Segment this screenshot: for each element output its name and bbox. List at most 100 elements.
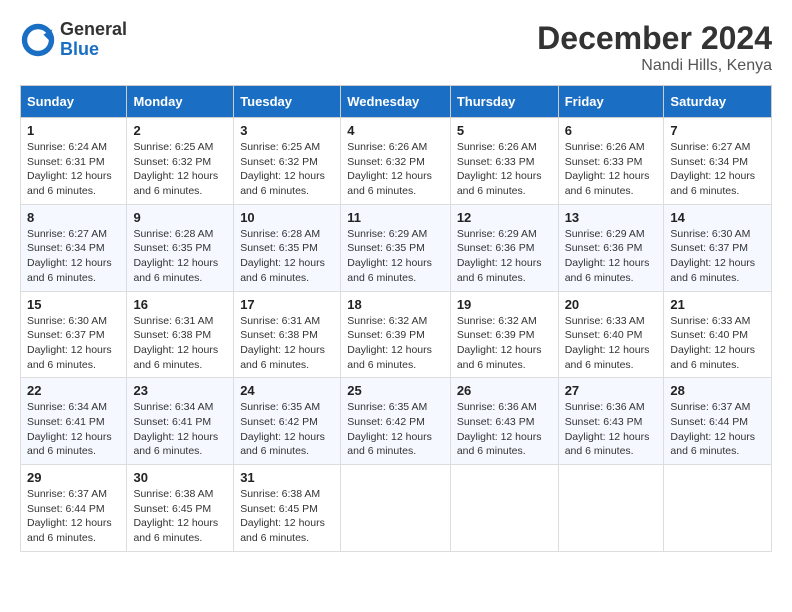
calendar-day: 10Sunrise: 6:28 AMSunset: 6:35 PMDayligh…: [234, 204, 341, 291]
calendar-day: 3 Sunrise: 6:25 AMSunset: 6:32 PMDaylight…: [234, 118, 341, 205]
calendar-day: 14 Sunrise: 6:30 AMSunset: 6:37 PMDayligh…: [664, 204, 772, 291]
day-number: 16: [133, 297, 227, 312]
day-number: 5: [457, 123, 552, 138]
day-number: 17: [240, 297, 334, 312]
logo-general: General: [60, 20, 127, 40]
calendar-day: 20Sunrise: 6:33 AMSunset: 6:40 PMDayligh…: [558, 291, 664, 378]
day-number: 10: [240, 210, 334, 225]
day-number: 29: [27, 470, 120, 485]
day-info: Sunrise: 6:29 AMSunset: 6:36 PMDaylight:…: [457, 227, 552, 286]
day-info: Sunrise: 6:29 AMSunset: 6:36 PMDaylight:…: [565, 227, 658, 286]
day-number: 18: [347, 297, 444, 312]
day-header-wednesday: Wednesday: [341, 86, 451, 118]
day-number: 3: [240, 123, 334, 138]
logo: General Blue: [20, 20, 127, 60]
logo-text: General Blue: [60, 20, 127, 60]
calendar-table: SundayMondayTuesdayWednesdayThursdayFrid…: [20, 85, 772, 552]
day-info: Sunrise: 6:27 AMSunset: 6:34 PMDaylight:…: [670, 140, 765, 199]
day-header-tuesday: Tuesday: [234, 86, 341, 118]
day-info: Sunrise: 6:24 AMSunset: 6:31 PMDaylight:…: [27, 140, 120, 199]
calendar-day: 22Sunrise: 6:34 AMSunset: 6:41 PMDayligh…: [21, 378, 127, 465]
calendar-day: 19Sunrise: 6:32 AMSunset: 6:39 PMDayligh…: [450, 291, 558, 378]
day-number: 13: [565, 210, 658, 225]
calendar-day: 27 Sunrise: 6:36 AMSunset: 6:43 PMDayligh…: [558, 378, 664, 465]
calendar-day: 24 Sunrise: 6:35 AMSunset: 6:42 PMDayligh…: [234, 378, 341, 465]
day-header-thursday: Thursday: [450, 86, 558, 118]
day-number: 11: [347, 210, 444, 225]
day-number: 31: [240, 470, 334, 485]
calendar-day: [558, 465, 664, 552]
day-header-monday: Monday: [127, 86, 234, 118]
day-info: Sunrise: 6:25 AMSunset: 6:32 PMDaylight:…: [133, 140, 227, 199]
calendar-day: 2Sunrise: 6:25 AMSunset: 6:32 PMDaylight…: [127, 118, 234, 205]
day-info: Sunrise: 6:35 AMSunset: 6:42 PMDaylight:…: [240, 400, 334, 459]
calendar-day: 11 Sunrise: 6:29 AMSunset: 6:35 PMDayligh…: [341, 204, 451, 291]
day-info: Sunrise: 6:31 AMSunset: 6:38 PMDaylight:…: [133, 314, 227, 373]
day-number: 12: [457, 210, 552, 225]
calendar-week-4: 22 Sunrise: 6:34 AMSunset: 6:41 PMDayligh…: [21, 378, 772, 465]
calendar-day: 18 Sunrise: 6:32 AMSunset: 6:39 PMDayligh…: [341, 291, 451, 378]
calendar-day: 17 Sunrise: 6:31 AMSunset: 6:38 PMDayligh…: [234, 291, 341, 378]
day-info: Sunrise: 6:36 AMSunset: 6:43 PMDaylight:…: [457, 400, 552, 459]
calendar-day: 29 Sunrise: 6:37 AMSunset: 6:44 PMDayligh…: [21, 465, 127, 552]
day-header-saturday: Saturday: [664, 86, 772, 118]
title-section: December 2024 Nandi Hills, Kenya: [537, 20, 772, 75]
calendar-day: 7Sunrise: 6:27 AMSunset: 6:34 PMDaylight…: [664, 118, 772, 205]
day-number: 22: [27, 383, 120, 398]
logo-icon: [20, 22, 56, 58]
day-number: 23: [133, 383, 227, 398]
day-info: Sunrise: 6:30 AMSunset: 6:37 PMDaylight:…: [27, 314, 120, 373]
calendar-day: 25Sunrise: 6:35 AMSunset: 6:42 PMDayligh…: [341, 378, 451, 465]
day-number: 24: [240, 383, 334, 398]
day-info: Sunrise: 6:31 AMSunset: 6:38 PMDaylight:…: [240, 314, 334, 373]
calendar-week-3: 15 Sunrise: 6:30 AMSunset: 6:37 PMDayligh…: [21, 291, 772, 378]
day-number: 15: [27, 297, 120, 312]
day-number: 1: [27, 123, 120, 138]
day-info: Sunrise: 6:26 AMSunset: 6:33 PMDaylight:…: [565, 140, 658, 199]
day-info: Sunrise: 6:25 AMSunset: 6:32 PMDaylight:…: [240, 140, 334, 199]
calendar-day: [450, 465, 558, 552]
day-info: Sunrise: 6:28 AMSunset: 6:35 PMDaylight:…: [133, 227, 227, 286]
day-number: 28: [670, 383, 765, 398]
calendar-day: 6 Sunrise: 6:26 AMSunset: 6:33 PMDaylight…: [558, 118, 664, 205]
calendar-day: 9 Sunrise: 6:28 AMSunset: 6:35 PMDaylight…: [127, 204, 234, 291]
calendar-day: 26 Sunrise: 6:36 AMSunset: 6:43 PMDayligh…: [450, 378, 558, 465]
day-info: Sunrise: 6:35 AMSunset: 6:42 PMDaylight:…: [347, 400, 444, 459]
day-number: 9: [133, 210, 227, 225]
day-number: 6: [565, 123, 658, 138]
calendar-day: [341, 465, 451, 552]
day-number: 26: [457, 383, 552, 398]
day-info: Sunrise: 6:36 AMSunset: 6:43 PMDaylight:…: [565, 400, 658, 459]
calendar-day: 12 Sunrise: 6:29 AMSunset: 6:36 PMDayligh…: [450, 204, 558, 291]
calendar-day: 23 Sunrise: 6:34 AMSunset: 6:41 PMDayligh…: [127, 378, 234, 465]
calendar-day: [664, 465, 772, 552]
day-info: Sunrise: 6:29 AMSunset: 6:35 PMDaylight:…: [347, 227, 444, 286]
day-info: Sunrise: 6:37 AMSunset: 6:44 PMDaylight:…: [27, 487, 120, 546]
day-info: Sunrise: 6:34 AMSunset: 6:41 PMDaylight:…: [133, 400, 227, 459]
day-info: Sunrise: 6:33 AMSunset: 6:40 PMDaylight:…: [670, 314, 765, 373]
calendar-day: 5 Sunrise: 6:26 AMSunset: 6:33 PMDaylight…: [450, 118, 558, 205]
calendar-day: 4 Sunrise: 6:26 AMSunset: 6:32 PMDaylight…: [341, 118, 451, 205]
day-header-sunday: Sunday: [21, 86, 127, 118]
day-info: Sunrise: 6:37 AMSunset: 6:44 PMDaylight:…: [670, 400, 765, 459]
day-number: 27: [565, 383, 658, 398]
day-info: Sunrise: 6:32 AMSunset: 6:39 PMDaylight:…: [347, 314, 444, 373]
day-info: Sunrise: 6:30 AMSunset: 6:37 PMDaylight:…: [670, 227, 765, 286]
day-number: 21: [670, 297, 765, 312]
day-number: 8: [27, 210, 120, 225]
calendar-day: 15 Sunrise: 6:30 AMSunset: 6:37 PMDayligh…: [21, 291, 127, 378]
day-number: 30: [133, 470, 227, 485]
day-number: 14: [670, 210, 765, 225]
day-info: Sunrise: 6:26 AMSunset: 6:32 PMDaylight:…: [347, 140, 444, 199]
calendar-day: 8 Sunrise: 6:27 AMSunset: 6:34 PMDaylight…: [21, 204, 127, 291]
page-header: General Blue December 2024 Nandi Hills, …: [20, 20, 772, 75]
day-info: Sunrise: 6:27 AMSunset: 6:34 PMDaylight:…: [27, 227, 120, 286]
month-title: December 2024: [537, 20, 772, 57]
calendar-day: 31 Sunrise: 6:38 AMSunset: 6:45 PMDayligh…: [234, 465, 341, 552]
location: Nandi Hills, Kenya: [537, 57, 772, 75]
day-info: Sunrise: 6:26 AMSunset: 6:33 PMDaylight:…: [457, 140, 552, 199]
calendar-day: 13 Sunrise: 6:29 AMSunset: 6:36 PMDayligh…: [558, 204, 664, 291]
day-info: Sunrise: 6:38 AMSunset: 6:45 PMDaylight:…: [240, 487, 334, 546]
day-number: 4: [347, 123, 444, 138]
calendar-day: 28 Sunrise: 6:37 AMSunset: 6:44 PMDayligh…: [664, 378, 772, 465]
